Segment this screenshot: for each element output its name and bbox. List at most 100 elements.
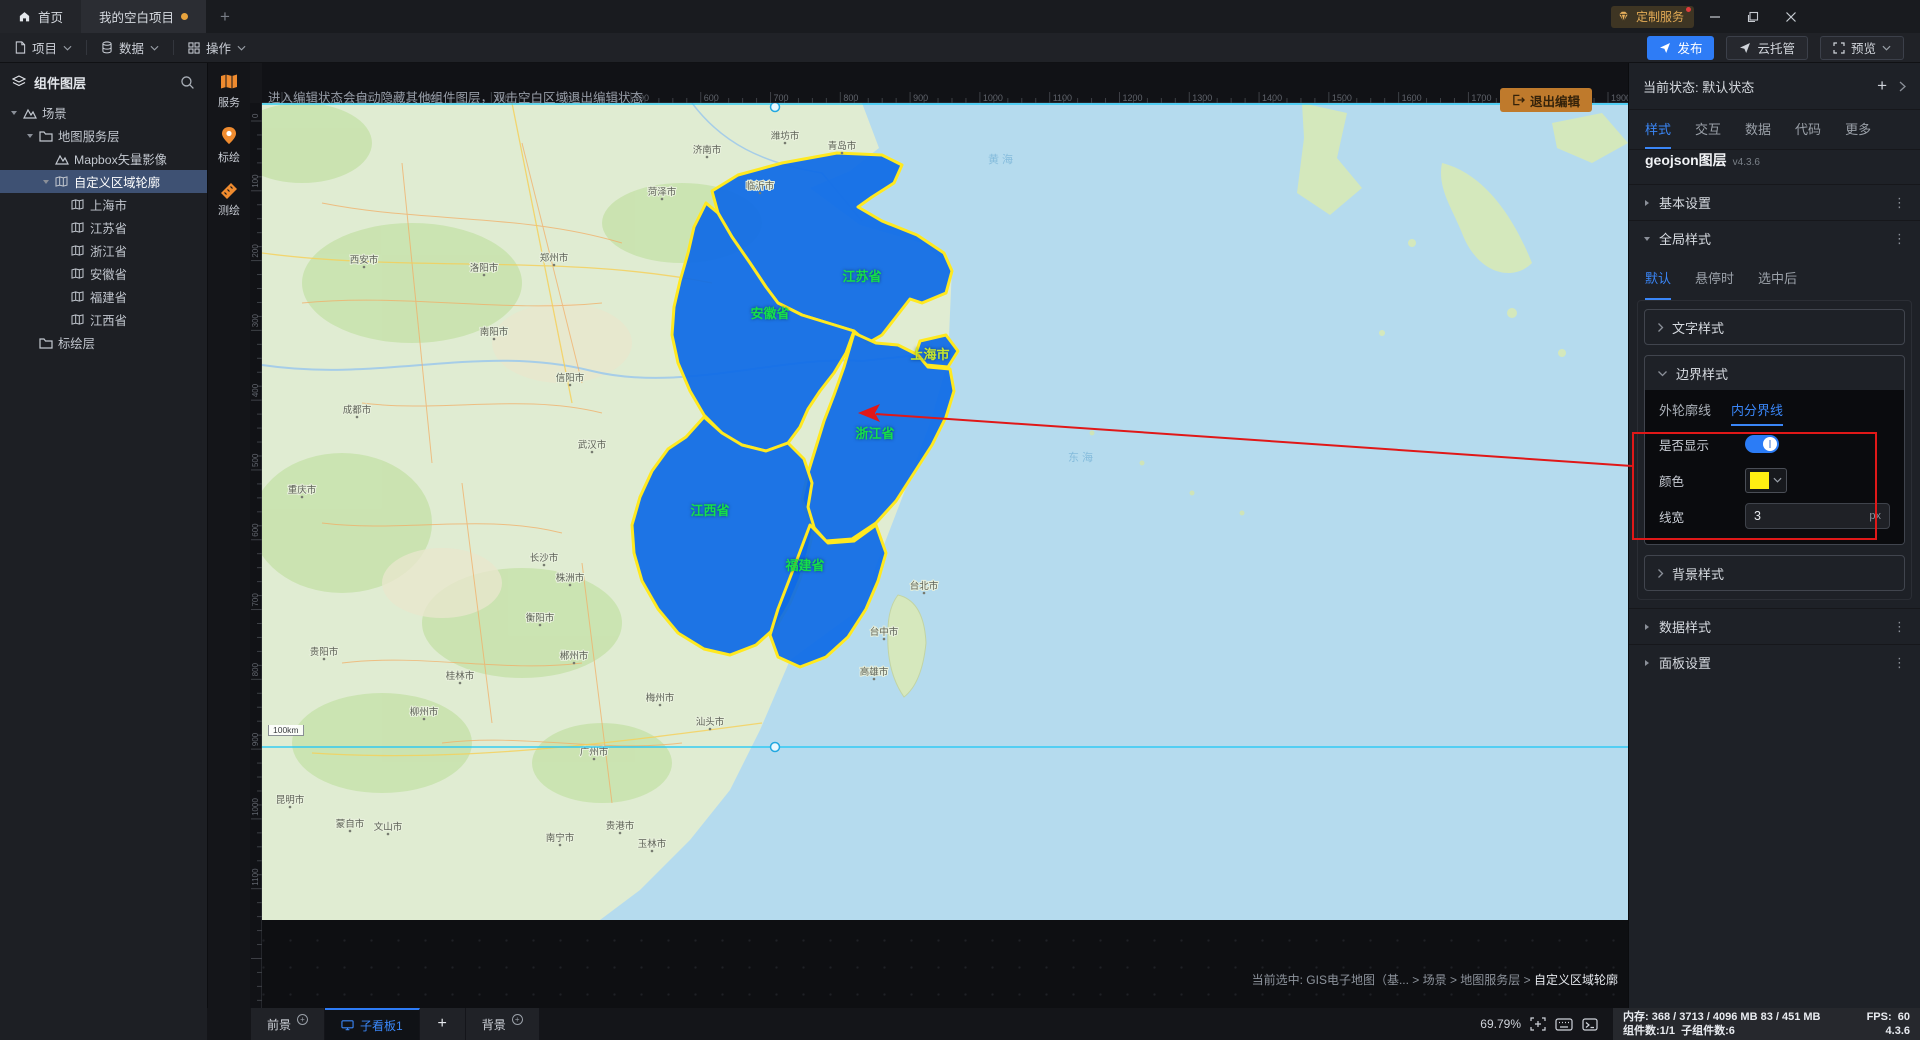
caret-down-icon <box>26 132 34 140</box>
add-board-button[interactable]: + <box>420 1008 466 1040</box>
status-prefix: 当前选中: GIS电子地图（基... > 场景 > 地图服务层 > <box>1252 973 1534 987</box>
background-tab[interactable]: 背景 + <box>466 1008 540 1040</box>
fps-value: 60 <box>1898 1011 1910 1023</box>
panel-tab-样式[interactable]: 样式 <box>1645 110 1671 149</box>
new-tab-button[interactable]: + <box>206 0 244 33</box>
city-label-贵港市: 贵港市 <box>606 820 635 832</box>
layer-sidebar: 组件图层 场景地图服务层Mapbox矢量影像自定义区域轮廓上海市江苏省浙江省安徽… <box>0 63 207 1040</box>
tree-item-标绘层[interactable]: 标绘层 <box>0 331 207 354</box>
menu-item-1[interactable]: 项目 <box>0 33 86 62</box>
editor-canvas[interactable]: 0100200300400500600700800900100011001200… <box>250 63 1628 1008</box>
map-scalebar: 100km <box>268 725 304 736</box>
tool-label: 服务 <box>218 94 240 110</box>
menu-item-2[interactable]: 数据 <box>87 33 173 62</box>
global-style-content: 文字样式 边界样式 外轮廓线内分界线 是否显示 颜色 <box>1637 300 1912 600</box>
tree-item-Mapbox矢量影像[interactable]: Mapbox矢量影像 <box>0 147 207 170</box>
city-label-贵阳市: 贵阳市 <box>310 646 339 658</box>
map-viewport[interactable]: 黄海东海 济南市潍坊市青岛市临沂市菏泽市郑州市洛阳市西安市南阳市信阳市武汉市重庆… <box>262 103 1628 920</box>
scene-icon <box>55 153 69 165</box>
status-current: 自定义区域轮廓 <box>1534 973 1618 987</box>
tool-测绘[interactable]: 测绘 <box>218 181 240 218</box>
tree-item-安徽省[interactable]: 安徽省 <box>0 262 207 285</box>
foreground-tab[interactable]: 前景+ <box>251 1008 325 1040</box>
text-style-group[interactable]: 文字样式 <box>1644 309 1905 345</box>
state-tab-悬停时[interactable]: 悬停时 <box>1695 256 1734 300</box>
show-toggle[interactable] <box>1745 435 1779 453</box>
section-basic-settings[interactable]: 基本设置 ⋮ <box>1629 184 1920 220</box>
more-options-icon[interactable]: ⋮ <box>1893 195 1906 211</box>
add-circle-icon[interactable]: + <box>512 1014 523 1025</box>
tree-item-上海市[interactable]: 上海市 <box>0 193 207 216</box>
svg-text:1700: 1700 <box>1471 93 1491 103</box>
background-label: 背景 <box>482 1016 506 1033</box>
svg-text:200: 200 <box>251 244 260 258</box>
tool-标绘[interactable]: 标绘 <box>218 126 240 165</box>
city-label-长沙市: 长沙市 <box>530 552 559 564</box>
panel-tab-数据[interactable]: 数据 <box>1745 110 1771 149</box>
preview-button[interactable]: 预览 <box>1820 36 1904 60</box>
province-label-上海市: 上海市 <box>910 347 949 362</box>
diamond-icon <box>1617 10 1630 23</box>
border-style-header[interactable]: 边界样式 <box>1645 356 1904 390</box>
custom-service-badge[interactable]: 定制服务 <box>1611 6 1694 28</box>
fit-screen-icon[interactable] <box>1530 1017 1546 1031</box>
maximize-button[interactable] <box>1736 0 1770 33</box>
border-tab-外轮廓线[interactable]: 外轮廓线 <box>1659 398 1711 426</box>
publish-button[interactable]: 发布 <box>1647 36 1714 60</box>
add-state-button[interactable]: + <box>1877 76 1887 96</box>
city-label-桂林市: 桂林市 <box>446 670 475 682</box>
tool-服务[interactable]: 服务 <box>218 73 240 110</box>
section-panel-settings[interactable]: 面板设置 ⋮ <box>1629 644 1920 680</box>
svg-text:800: 800 <box>843 93 858 103</box>
more-options-icon[interactable]: ⋮ <box>1893 231 1906 247</box>
vertical-ruler: 010020030040050060070080090010001100 <box>250 63 262 1008</box>
more-options-icon[interactable]: ⋮ <box>1893 619 1906 635</box>
panel-tab-代码[interactable]: 代码 <box>1795 110 1821 149</box>
tree-item-江苏省[interactable]: 江苏省 <box>0 216 207 239</box>
state-tab-选中后[interactable]: 选中后 <box>1758 256 1797 300</box>
add-circle-icon[interactable]: + <box>297 1014 308 1025</box>
tool-label: 标绘 <box>218 149 240 165</box>
tree-item-自定义区域轮廓[interactable]: 自定义区域轮廓 <box>0 170 207 193</box>
tab-project[interactable]: 我的空白项目 <box>81 0 206 33</box>
search-icon[interactable] <box>180 75 195 90</box>
section-data-style[interactable]: 数据样式 ⋮ <box>1629 608 1920 644</box>
sea-label-东海: 东海 <box>1068 450 1096 464</box>
background-style-group[interactable]: 背景样式 <box>1644 555 1905 591</box>
svg-text:900: 900 <box>251 732 260 746</box>
line-width-input[interactable] <box>1754 509 1869 523</box>
component-count-value: 1/1 <box>1660 1025 1675 1037</box>
chevron-down-icon <box>1773 477 1782 483</box>
close-button[interactable] <box>1774 0 1808 33</box>
tree-item-地图服务层[interactable]: 地图服务层 <box>0 124 207 147</box>
keyboard-icon[interactable] <box>1555 1018 1573 1031</box>
state-tab-默认[interactable]: 默认 <box>1645 256 1671 300</box>
section-global-style[interactable]: 全局样式 ⋮ <box>1629 220 1920 256</box>
chevron-right-icon[interactable] <box>1899 81 1906 92</box>
minimize-button[interactable] <box>1698 0 1732 33</box>
tab-home[interactable]: 首页 <box>0 0 81 33</box>
performance-stats: 内存: 368 / 3713 / 4096 MB 83 / 451 MB FPS… <box>1613 1008 1920 1040</box>
zoom-level[interactable]: 69.79% <box>1480 1017 1521 1031</box>
exit-edit-button[interactable]: 退出编辑 <box>1500 88 1592 112</box>
panel-tab-更多[interactable]: 更多 <box>1845 110 1871 149</box>
map-icon <box>71 268 84 279</box>
tree-item-江西省[interactable]: 江西省 <box>0 308 207 331</box>
notification-dot <box>1686 7 1691 12</box>
layers-icon <box>12 75 26 89</box>
tree-item-浙江省[interactable]: 浙江省 <box>0 239 207 262</box>
tree-item-label: 场景 <box>42 104 67 122</box>
province-label-江西省: 江西省 <box>690 503 729 518</box>
border-tab-内分界线[interactable]: 内分界线 <box>1731 398 1783 426</box>
terminal-icon[interactable] <box>1582 1018 1598 1031</box>
panel-tab-交互[interactable]: 交互 <box>1695 110 1721 149</box>
current-state-label: 当前状态: 默认状态 <box>1643 77 1754 96</box>
subboard-tab[interactable]: 子看板1 <box>325 1008 420 1040</box>
map-icon <box>71 199 84 210</box>
tree-item-场景[interactable]: 场景 <box>0 101 207 124</box>
more-options-icon[interactable]: ⋮ <box>1893 655 1906 671</box>
tree-item-福建省[interactable]: 福建省 <box>0 285 207 308</box>
cloud-host-button[interactable]: 云托管 <box>1726 36 1808 60</box>
menu-item-3[interactable]: 操作 <box>174 33 260 62</box>
color-picker[interactable] <box>1745 468 1787 493</box>
